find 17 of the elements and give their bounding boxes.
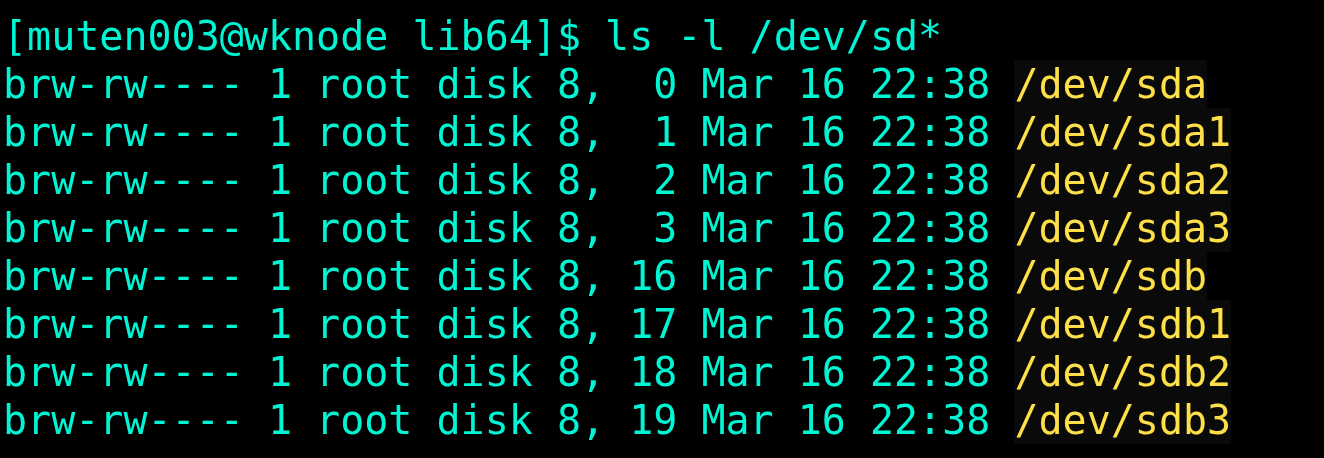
file-details: brw-rw---- 1 root disk 8, 3 Mar 16 22:38 — [3, 204, 992, 252]
file-name: /dev/sda2 — [1014, 156, 1232, 204]
file-details: brw-rw---- 1 root disk 8, 16 Mar 16 22:38 — [3, 252, 992, 300]
file-name: /dev/sda1 — [1014, 108, 1232, 156]
file-details: brw-rw---- 1 root disk 8, 18 Mar 16 22:38 — [3, 348, 992, 396]
file-name: /dev/sda — [1014, 60, 1208, 108]
file-name: /dev/sdb2 — [1014, 348, 1232, 396]
file-name: /dev/sda3 — [1014, 204, 1232, 252]
command-line: [muten003@wknode lib64]$ ls -l /dev/sd* — [3, 12, 943, 60]
file-details: brw-rw---- 1 root disk 8, 2 Mar 16 22:38 — [3, 156, 992, 204]
file-name: /dev/sdb1 — [1014, 300, 1232, 348]
file-details: brw-rw---- 1 root disk 8, 17 Mar 16 22:38 — [3, 300, 992, 348]
file-details: brw-rw---- 1 root disk 8, 1 Mar 16 22:38 — [3, 108, 992, 156]
file-details: brw-rw---- 1 root disk 8, 0 Mar 16 22:38 — [3, 60, 992, 108]
file-details: brw-rw---- 1 root disk 8, 19 Mar 16 22:38 — [3, 396, 992, 444]
file-name: /dev/sdb — [1014, 252, 1208, 300]
file-name: /dev/sdb3 — [1014, 396, 1232, 444]
